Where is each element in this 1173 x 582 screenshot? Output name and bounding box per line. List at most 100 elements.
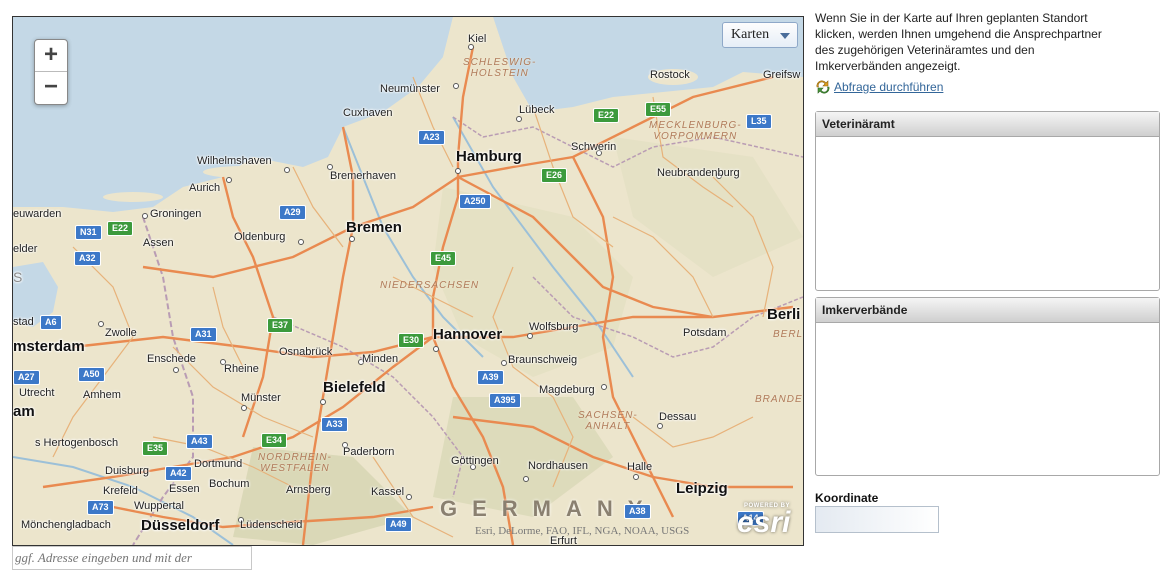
city-label: Assen (143, 237, 174, 249)
city-label: am (13, 403, 35, 420)
road-shield: E22 (593, 108, 620, 123)
city-label: Wolfsburg (529, 321, 579, 333)
road-shield: A42 (165, 466, 192, 481)
city-label: Kiel (468, 33, 487, 45)
map-view[interactable]: + − Karten SCHLESWIG- HOLSTEIN MECKLENBUR… (12, 16, 804, 546)
city-label: euwarden (13, 208, 62, 220)
city-label: Zwolle (105, 327, 137, 339)
road-shield: E22 (107, 221, 134, 236)
city-label: msterdam (13, 338, 85, 355)
coordinate-field[interactable] (815, 506, 939, 533)
city-label: Utrecht (19, 387, 55, 399)
city-label: Nordhausen (528, 460, 588, 472)
road-shield: L35 (746, 114, 772, 129)
city-dot (453, 83, 459, 89)
region-label: BRANDE (755, 394, 803, 405)
city-label: Bremerhaven (330, 170, 397, 182)
city-label: S (13, 269, 23, 285)
coordinate-label: Koordinate (815, 491, 879, 505)
city-label: Hamburg (456, 148, 522, 165)
esri-logo: POWERED BY esri (737, 503, 791, 539)
city-label: Essen (169, 483, 200, 495)
road-shield: E34 (261, 433, 288, 448)
city-label: Hannover (433, 326, 503, 343)
city-label: Amhem (83, 389, 121, 401)
basemap-dropdown[interactable]: Karten (722, 22, 798, 48)
city-dot (523, 476, 529, 482)
city-dot (657, 423, 663, 429)
vet-panel-header: Veterinäramt (816, 112, 1159, 137)
city-dot (298, 239, 304, 245)
city-label: Münster (241, 392, 281, 404)
query-link-label[interactable]: Abfrage durchführen (834, 80, 943, 94)
city-label: Oldenburg (234, 231, 286, 243)
city-label: Neumünster (380, 83, 440, 95)
zoom-in-button[interactable]: + (35, 40, 67, 72)
city-label: Arnsberg (286, 484, 331, 496)
city-label: Rostock (650, 69, 690, 81)
road-shield: E37 (267, 318, 294, 333)
city-label: Aurich (189, 182, 221, 194)
city-label: Groningen (150, 208, 202, 220)
city-dot (284, 167, 290, 173)
road-shield: N31 (75, 225, 102, 240)
road-shield: A33 (321, 417, 348, 432)
city-label: Minden (362, 353, 399, 365)
road-shield: A73 (87, 500, 114, 515)
city-dot (320, 399, 326, 405)
city-dot (173, 367, 179, 373)
city-label: Kassel (371, 486, 405, 498)
road-shield: A23 (418, 130, 445, 145)
city-dot (433, 346, 439, 352)
city-label: Potsdam (683, 327, 727, 339)
city-label: Rheine (224, 363, 259, 375)
city-label: Bielefeld (323, 379, 386, 396)
address-input[interactable] (12, 546, 252, 570)
city-label: Cuxhaven (343, 107, 393, 119)
road-shield: E55 (645, 102, 672, 117)
city-label: elder (13, 243, 38, 255)
refresh-arrows-icon (816, 80, 830, 94)
city-label: Duisburg (105, 465, 150, 477)
road-shield: A250 (459, 194, 491, 209)
city-dot (406, 494, 412, 500)
region-label: NORDRHEIN- WESTFALEN (258, 452, 332, 474)
city-label: Bremen (346, 219, 402, 236)
road-shield: E45 (430, 251, 457, 266)
vet-panel: Veterinäramt (815, 111, 1160, 291)
city-dot (455, 168, 461, 174)
city-dot (226, 177, 232, 183)
city-label: Magdeburg (539, 384, 595, 396)
beekeeper-panel-header: Imkerverbände (816, 298, 1159, 323)
city-label: Lübeck (519, 104, 555, 116)
city-label: Dessau (659, 411, 697, 423)
region-label: NIEDERSACHSEN (380, 280, 480, 291)
zoom-out-button[interactable]: − (35, 72, 67, 103)
city-dot (633, 474, 639, 480)
city-dot (601, 384, 607, 390)
city-label: Neubrandenburg (657, 167, 740, 179)
city-label: Dortmund (194, 458, 243, 470)
road-shield: A38 (624, 504, 651, 519)
info-sidebar: Wenn Sie in der Karte auf Ihren geplante… (815, 10, 1160, 533)
city-label: stad (13, 316, 34, 328)
region-label: SACHSEN- ANHALT (578, 410, 638, 432)
city-dot (142, 213, 148, 219)
city-label: Greifsw (763, 69, 801, 81)
city-dot (516, 116, 522, 122)
query-link[interactable]: Abfrage durchführen (815, 80, 1160, 94)
region-label: BERLIN (773, 329, 804, 340)
city-label: Braunschweig (508, 354, 578, 366)
chevron-down-icon (780, 33, 790, 39)
road-shield: E26 (541, 168, 568, 183)
intro-text: Wenn Sie in der Karte auf Ihren geplante… (815, 11, 1102, 73)
region-label: MECKLENBURG- VORPOMMERN (649, 120, 742, 142)
city-dot (501, 360, 507, 366)
region-label: SCHLESWIG- HOLSTEIN (463, 57, 537, 79)
city-label: Leipzig (676, 480, 728, 497)
city-label: s Hertogenbosch (35, 437, 119, 449)
city-label: Mönchengladbach (21, 519, 111, 531)
road-shield: A395 (489, 393, 521, 408)
city-label: Göttingen (451, 455, 499, 467)
road-shield: E30 (398, 333, 425, 348)
